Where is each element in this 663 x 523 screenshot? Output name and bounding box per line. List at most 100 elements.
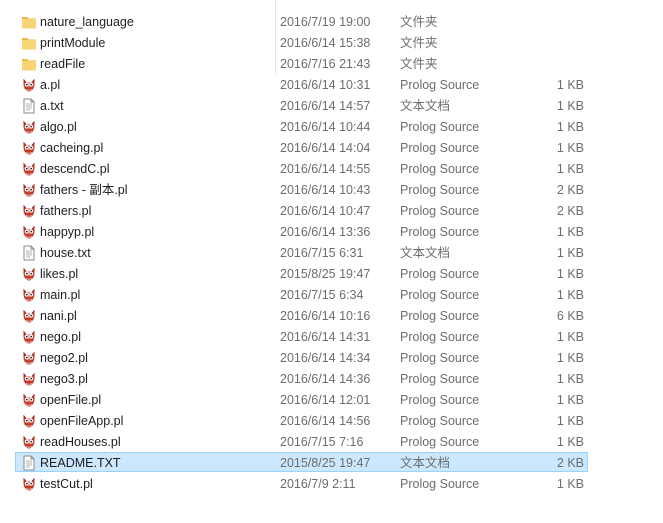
file-date-modified: 2016/7/15 6:34 [280, 288, 364, 302]
file-row[interactable]: nature_language 2016/7/19 19:00 文件夹 [15, 11, 588, 31]
file-type: Prolog Source [400, 183, 480, 197]
file-type: Prolog Source [400, 477, 480, 491]
file-size: 1 KB [556, 120, 584, 134]
file-name: readFile [40, 57, 86, 71]
file-row[interactable]: descendC.pl 2016/6/14 14:55 Prolog Source 1… [15, 158, 588, 178]
file-row[interactable]: a.pl 2016/6/14 10:31 Prolog Source 1 KB [15, 74, 588, 94]
file-type: 文本文档 [400, 456, 451, 470]
prolog-owl-icon [21, 413, 37, 429]
file-size: 1 KB [556, 141, 584, 155]
file-size: 2 KB [556, 183, 584, 197]
file-row[interactable]: nego.pl 2016/6/14 14:31 Prolog Source 1 KB [15, 326, 588, 346]
file-date-modified: 2016/6/14 10:47 [280, 204, 371, 218]
file-name: house.txt [40, 246, 91, 260]
file-size: 1 KB [556, 351, 584, 365]
file-name: testCut.pl [40, 477, 93, 491]
file-type: Prolog Source [400, 435, 480, 449]
prolog-owl-icon [21, 119, 37, 135]
file-name: nego.pl [40, 330, 82, 344]
file-row[interactable]: readFile 2016/7/16 21:43 文件夹 [15, 53, 588, 73]
file-type: Prolog Source [400, 414, 480, 428]
file-name: fathers - 副本.pl [40, 183, 128, 197]
file-name: happyp.pl [40, 225, 95, 239]
file-size: 1 KB [556, 78, 584, 92]
file-row[interactable]: main.pl 2016/7/15 6:34 Prolog Source 1 KB [15, 284, 588, 304]
folder-icon [21, 14, 37, 30]
file-type: Prolog Source [400, 120, 480, 134]
file-name: openFile.pl [40, 393, 102, 407]
prolog-owl-icon [21, 371, 37, 387]
file-size: 1 KB [556, 267, 584, 281]
file-date-modified: 2016/6/14 12:01 [280, 393, 371, 407]
file-row[interactable]: openFile.pl 2016/6/14 12:01 Prolog Source 1… [15, 389, 588, 409]
file-size: 1 KB [556, 477, 584, 491]
file-row[interactable]: a.txt 2016/6/14 14:57 文本文档 1 KB [15, 95, 588, 115]
prolog-owl-icon [21, 140, 37, 156]
file-date-modified: 2016/7/16 21:43 [280, 57, 371, 71]
file-type: 文件夹 [400, 36, 438, 50]
file-name: descendC.pl [40, 162, 110, 176]
file-row[interactable]: README.TXT 2015/8/25 19:47 文本文档 2 KB [15, 452, 588, 472]
file-type: 文本文档 [400, 99, 451, 113]
file-type: Prolog Source [400, 393, 480, 407]
file-date-modified: 2016/6/14 14:57 [280, 99, 371, 113]
file-size: 1 KB [556, 393, 584, 407]
prolog-owl-icon [21, 77, 37, 93]
file-row[interactable]: nego3.pl 2016/6/14 14:36 Prolog Source 1 KB [15, 368, 588, 388]
file-row[interactable]: cacheing.pl 2016/6/14 14:04 Prolog Source 1… [15, 137, 588, 157]
file-size: 2 KB [556, 204, 584, 218]
file-size: 1 KB [556, 162, 584, 176]
file-type: Prolog Source [400, 141, 480, 155]
file-row[interactable]: house.txt 2016/7/15 6:31 文本文档 1 KB [15, 242, 588, 262]
file-date-modified: 2016/7/15 7:16 [280, 435, 364, 449]
prolog-owl-icon [21, 161, 37, 177]
file-name: nature_language [40, 15, 134, 29]
file-row[interactable]: nego2.pl 2016/6/14 14:34 Prolog Source 1 KB [15, 347, 588, 367]
file-row[interactable]: fathers - 副本.pl 2016/6/14 10:43 Prolog Sou… [15, 179, 588, 199]
file-date-modified: 2016/6/14 14:04 [280, 141, 371, 155]
text-file-icon [21, 98, 37, 114]
file-date-modified: 2016/6/14 13:36 [280, 225, 371, 239]
file-name: main.pl [40, 288, 81, 302]
file-size: 1 KB [556, 246, 584, 260]
prolog-owl-icon [21, 329, 37, 345]
file-date-modified: 2016/7/15 6:31 [280, 246, 364, 260]
file-date-modified: 2016/6/14 15:38 [280, 36, 371, 50]
file-name: likes.pl [40, 267, 79, 281]
prolog-owl-icon [21, 476, 37, 492]
prolog-owl-icon [21, 203, 37, 219]
prolog-owl-icon [21, 224, 37, 240]
file-row[interactable]: likes.pl 2015/8/25 19:47 Prolog Source 1 KB [15, 263, 588, 283]
file-type: 文件夹 [400, 15, 438, 29]
folder-icon [21, 56, 37, 72]
file-row[interactable]: nani.pl 2016/6/14 10:16 Prolog Source 6 KB [15, 305, 588, 325]
prolog-owl-icon [21, 308, 37, 324]
file-row[interactable]: printModule 2016/6/14 15:38 文件夹 [15, 32, 588, 52]
file-type: Prolog Source [400, 78, 480, 92]
file-size: 1 KB [556, 414, 584, 428]
file-date-modified: 2016/6/14 10:43 [280, 183, 371, 197]
prolog-owl-icon [21, 266, 37, 282]
file-size: 6 KB [556, 309, 584, 323]
prolog-owl-icon [21, 350, 37, 366]
prolog-owl-icon [21, 182, 37, 198]
file-type: Prolog Source [400, 288, 480, 302]
file-name: readHouses.pl [40, 435, 121, 449]
file-date-modified: 2016/6/14 14:55 [280, 162, 371, 176]
file-row[interactable]: happyp.pl 2016/6/14 13:36 Prolog Source 1 K… [15, 221, 588, 241]
file-type: Prolog Source [400, 330, 480, 344]
file-row[interactable]: testCut.pl 2016/7/9 2:11 Prolog Source 1 KB [15, 473, 588, 493]
file-date-modified: 2016/6/14 10:31 [280, 78, 371, 92]
file-row[interactable]: openFileApp.pl 2016/6/14 14:56 Prolog Sour… [15, 410, 588, 430]
prolog-owl-icon [21, 392, 37, 408]
file-row[interactable]: algo.pl 2016/6/14 10:44 Prolog Source 1 KB [15, 116, 588, 136]
file-date-modified: 2016/6/14 14:36 [280, 372, 371, 386]
file-date-modified: 2016/7/9 2:11 [280, 477, 356, 491]
file-date-modified: 2016/6/14 14:34 [280, 351, 371, 365]
file-row[interactable]: fathers.pl 2016/6/14 10:47 Prolog Source 2 … [15, 200, 588, 220]
file-name: fathers.pl [40, 204, 92, 218]
file-type: Prolog Source [400, 372, 480, 386]
file-size: 1 KB [556, 330, 584, 344]
file-row[interactable]: readHouses.pl 2016/7/15 7:16 Prolog Source… [15, 431, 588, 451]
file-date-modified: 2016/6/14 10:44 [280, 120, 371, 134]
